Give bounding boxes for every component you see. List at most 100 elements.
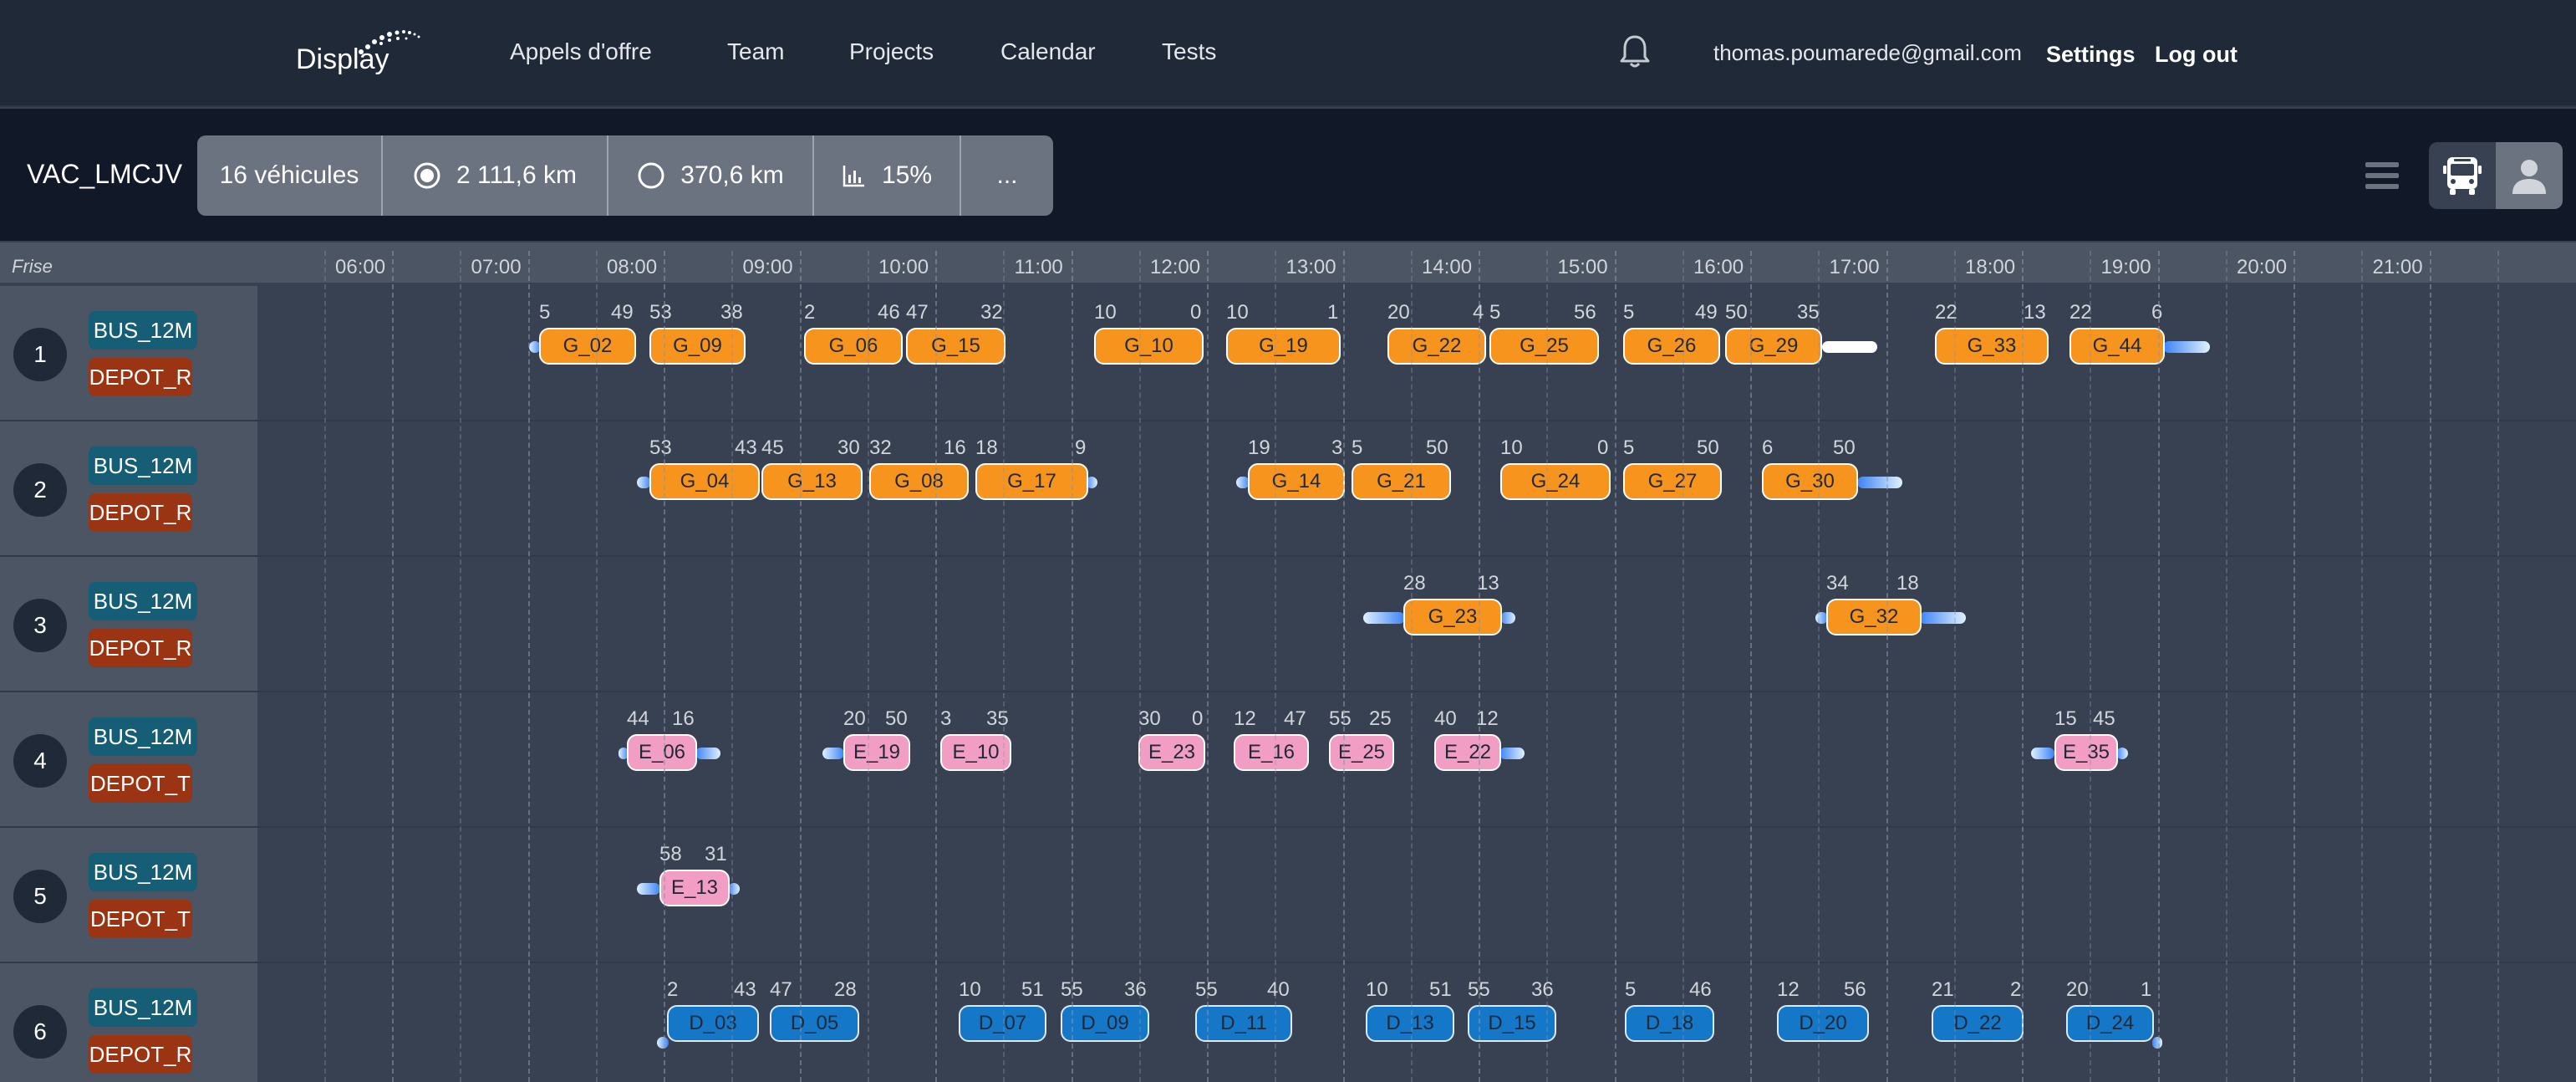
- trip-block[interactable]: D_20: [1777, 1005, 1869, 1042]
- trip-block[interactable]: G_32: [1826, 599, 1922, 635]
- nav-calendar[interactable]: Calendar: [1000, 38, 1096, 65]
- bus-type-badge[interactable]: BUS_12M: [89, 853, 197, 891]
- trip-block[interactable]: G_06: [804, 328, 903, 365]
- nav-appels-doffre[interactable]: Appels d'offre: [510, 38, 652, 65]
- bus-view-button[interactable]: [2429, 142, 2496, 209]
- vehicle-info: 2 BUS_12M DEPOT_R: [0, 421, 257, 555]
- deadhead-segment: [695, 748, 720, 759]
- trip-block[interactable]: G_19: [1226, 328, 1341, 365]
- grid-line: [2022, 251, 2024, 1082]
- trip-block[interactable]: D_15: [1468, 1005, 1556, 1042]
- grid-line: [1750, 251, 1752, 1082]
- trip-block[interactable]: E_10: [940, 734, 1011, 771]
- trip-block[interactable]: G_27: [1623, 463, 1722, 500]
- trip-block[interactable]: G_29: [1725, 328, 1822, 365]
- depot-badge[interactable]: DEPOT_R: [89, 1035, 192, 1074]
- hour-label: 10:00: [878, 256, 929, 278]
- stat-deadhead-km[interactable]: 370,6 km: [608, 135, 814, 216]
- bell-icon[interactable]: [1618, 33, 1652, 70]
- trip-block[interactable]: G_04: [649, 463, 760, 500]
- trip-block[interactable]: E_35: [2054, 734, 2118, 771]
- trip-block[interactable]: E_13: [659, 870, 730, 906]
- deadhead-segment: [1499, 748, 1525, 759]
- timeline-header: Frise 06:00 07:00 08:00 09:00 10:00 11:00 12:0…: [0, 242, 2576, 284]
- grid-line: [2293, 251, 2295, 1082]
- trip-block[interactable]: D_24: [2066, 1005, 2154, 1042]
- bus-type-badge[interactable]: BUS_12M: [89, 988, 197, 1027]
- stat-more-button[interactable]: ...: [961, 135, 1053, 216]
- trip-end-minute: 51: [1021, 978, 1044, 1001]
- nav-projects[interactable]: Projects: [849, 38, 934, 65]
- driver-view-button[interactable]: [2496, 142, 2563, 209]
- settings-link[interactable]: Settings: [2046, 42, 2136, 68]
- trip-block[interactable]: G_13: [761, 463, 863, 500]
- trip-block[interactable]: D_03: [667, 1005, 759, 1042]
- trip-end-minute: 56: [1574, 301, 1596, 324]
- depot-badge[interactable]: DEPOT_R: [89, 358, 192, 396]
- trip-block[interactable]: D_22: [1932, 1005, 2024, 1042]
- trip-start-minute: 45: [761, 436, 784, 459]
- trip-block[interactable]: G_44: [2069, 328, 2165, 365]
- stat-commercial-km[interactable]: 2 111,6 km: [383, 135, 608, 216]
- trip-start-minute: 10: [1226, 301, 1249, 324]
- trip-end-minute: 43: [735, 436, 757, 459]
- deadhead-segment: [1363, 612, 1405, 624]
- trip-start-minute: 32: [869, 436, 892, 459]
- trip-end-minute: 43: [734, 978, 756, 1001]
- trip-block[interactable]: G_02: [539, 328, 636, 365]
- depot-badge[interactable]: DEPOT_T: [89, 900, 192, 938]
- trip-start-minute: 12: [1234, 707, 1256, 730]
- bus-type-badge[interactable]: BUS_12M: [89, 447, 197, 485]
- nav-tests[interactable]: Tests: [1162, 38, 1216, 65]
- trip-block[interactable]: E_19: [843, 734, 910, 771]
- trip-block[interactable]: E_16: [1234, 734, 1309, 771]
- bus-type-badge[interactable]: BUS_12M: [89, 582, 197, 620]
- vehicle-number: 4: [13, 734, 67, 788]
- trip-block[interactable]: G_21: [1352, 463, 1451, 500]
- depot-badge[interactable]: DEPOT_T: [89, 764, 192, 803]
- trip-block[interactable]: G_24: [1500, 463, 1611, 500]
- hour-label: 21:00: [2372, 256, 2423, 278]
- trip-block[interactable]: D_05: [770, 1005, 859, 1042]
- bus-type-badge[interactable]: BUS_12M: [89, 717, 197, 756]
- trip-start-minute: 10: [1500, 436, 1523, 459]
- deadhead-segment: [637, 883, 660, 895]
- trip-block[interactable]: G_30: [1762, 463, 1858, 500]
- commercial-km-value: 2 111,6 km: [456, 161, 577, 189]
- trip-block[interactable]: G_14: [1248, 463, 1345, 500]
- trip-block[interactable]: D_11: [1195, 1005, 1292, 1042]
- grid-line: [664, 251, 665, 1082]
- trip-block[interactable]: E_06: [627, 734, 697, 771]
- trip-block[interactable]: G_15: [906, 328, 1005, 365]
- trip-block[interactable]: G_10: [1094, 328, 1204, 365]
- bus-type-badge[interactable]: BUS_12M: [89, 311, 197, 350]
- hamburger-menu-icon[interactable]: [2364, 157, 2400, 194]
- deadhead-segment: [2116, 748, 2128, 759]
- grid-line: [2090, 251, 2092, 1082]
- depot-badge[interactable]: DEPOT_R: [89, 629, 192, 667]
- trip-block[interactable]: G_23: [1403, 599, 1502, 635]
- trip-block[interactable]: D_09: [1061, 1005, 1149, 1042]
- trip-block[interactable]: E_25: [1329, 734, 1394, 771]
- nav-team[interactable]: Team: [727, 38, 784, 65]
- trip-block[interactable]: E_22: [1434, 734, 1501, 771]
- stat-vehicles[interactable]: 16 véhicules: [197, 135, 383, 216]
- logo[interactable]: Display: [294, 25, 428, 75]
- trip-end-minute: 45: [2093, 707, 2115, 730]
- vehicle-row: 5 BUS_12M DEPOT_T E_13 58 31: [0, 828, 2576, 963]
- bar-chart-icon: [843, 166, 864, 187]
- trip-block[interactable]: G_22: [1387, 328, 1486, 365]
- trip-block[interactable]: E_23: [1138, 734, 1205, 771]
- trip-block[interactable]: D_18: [1625, 1005, 1714, 1042]
- logout-link[interactable]: Log out: [2155, 42, 2237, 68]
- trip-end-minute: 31: [705, 843, 727, 865]
- trip-end-minute: 35: [1797, 301, 1820, 324]
- trip-block[interactable]: G_25: [1489, 328, 1599, 365]
- hour-label: 06:00: [335, 256, 386, 278]
- trip-block[interactable]: G_33: [1935, 328, 2049, 365]
- depot-badge[interactable]: DEPOT_R: [89, 493, 192, 532]
- stat-ratio[interactable]: 15%: [814, 135, 961, 216]
- trip-start-minute: 5: [1625, 978, 1637, 1001]
- trip-block[interactable]: G_26: [1623, 328, 1720, 365]
- trip-block[interactable]: G_08: [869, 463, 969, 500]
